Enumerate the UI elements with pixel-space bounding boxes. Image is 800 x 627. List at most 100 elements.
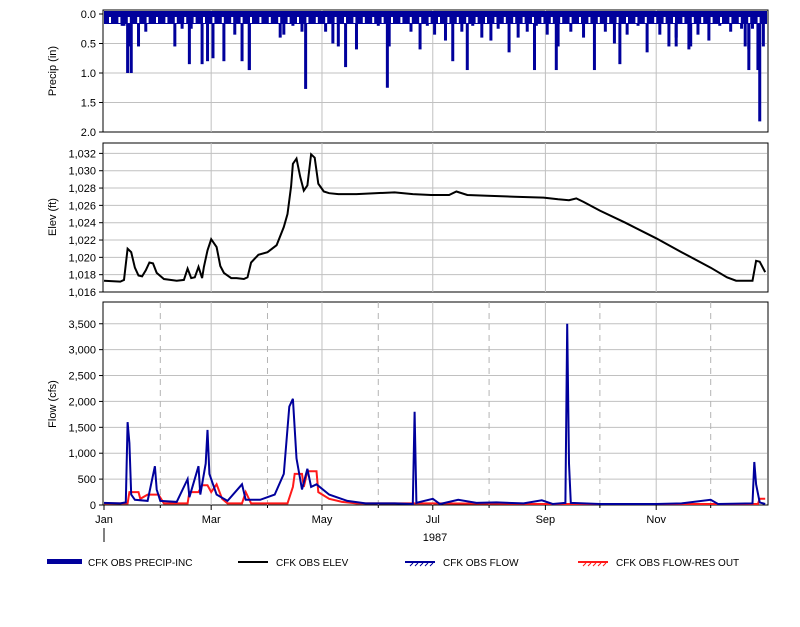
precip-band-gap — [409, 17, 412, 23]
precip-bar — [612, 11, 616, 44]
legend: CFK OBS PRECIP-INC CFK OBS ELEV CFK OBS … — [47, 558, 739, 569]
precip-bar — [743, 11, 747, 47]
precip-band-gap — [447, 17, 450, 23]
precip-bar — [592, 11, 596, 71]
precip-bar — [418, 11, 422, 50]
elev-y-ticks: 1,016 1,018 1,020 1,022 1,024 1,026 1,028 1,030… — [68, 148, 103, 299]
precip-bar — [173, 11, 177, 47]
precip-band-gap — [503, 17, 506, 23]
precip-band-gap — [193, 17, 196, 23]
elev-y-tick-label: 1,032 — [68, 148, 96, 160]
precip-band-gap — [673, 17, 675, 23]
flow-plot-area — [102, 301, 769, 506]
elev-y-tick-label: 1,016 — [68, 287, 96, 299]
x-year-label: 1987 — [423, 532, 447, 544]
precip-bar — [433, 11, 437, 35]
precip-band-gap — [400, 17, 403, 23]
flow-y-tick-label: 500 — [78, 474, 96, 486]
precip-bar — [282, 11, 286, 35]
elev-panel: 1,016 1,018 1,020 1,022 1,024 1,026 1,028 1,030… — [47, 142, 769, 299]
flow-panel: 0 500 1,000 1,500 2,000 2,500 3,000 3,500 Flow … — [47, 301, 769, 512]
flow-y-label: Flow (cfs) — [47, 380, 59, 428]
elev-y-tick-label: 1,022 — [68, 235, 96, 247]
precip-bar — [336, 11, 340, 47]
legend-label-flow: CFK OBS FLOW — [443, 558, 519, 569]
precip-band-gap — [541, 17, 544, 23]
precip-band-gap — [682, 17, 685, 23]
precip-band-gap — [268, 17, 271, 23]
precip-band-gap — [550, 17, 553, 23]
precip-bar — [667, 11, 671, 47]
precip-bar — [443, 11, 447, 41]
x-tick-labels: Jan Mar May Jul Sep Nov — [95, 505, 712, 526]
precip-band-gap — [579, 17, 581, 23]
precip-bar — [471, 11, 475, 26]
precip-band-gap — [297, 17, 299, 23]
legend-item-precip: CFK OBS PRECIP-INC — [47, 558, 192, 569]
precip-bar — [233, 11, 237, 35]
precip-bar — [750, 11, 754, 29]
precip-band-gap — [156, 17, 158, 23]
elev-y-tick-label: 1,026 — [68, 200, 96, 212]
legend-label-precip: CFK OBS PRECIP-INC — [88, 558, 192, 569]
precip-band-gap — [691, 17, 694, 23]
precip-y-tick-label: 1.0 — [81, 68, 96, 80]
precip-band-gap — [118, 17, 121, 23]
precip-bar — [689, 11, 693, 47]
precip-band-gap — [165, 17, 168, 23]
precip-bar — [187, 11, 191, 65]
precip-bar — [516, 11, 520, 38]
precip-bar — [149, 11, 153, 20]
precip-bar — [137, 11, 141, 47]
precip-band-gap — [569, 17, 572, 23]
precip-band-gap — [522, 17, 525, 23]
precip-y-tick-label: 0.0 — [81, 9, 96, 21]
precip-bar — [425, 11, 429, 26]
elev-y-tick-label: 1,024 — [68, 218, 96, 230]
precip-bar — [313, 11, 317, 20]
flow-y-tick-label: 3,500 — [68, 319, 96, 331]
precip-band-gap — [174, 17, 177, 23]
precip-band-gap — [240, 17, 243, 23]
precip-band-gap — [757, 17, 760, 23]
elev-y-tick-label: 1,030 — [68, 166, 96, 178]
x-tick-label: Jan — [95, 514, 113, 526]
precip-band-gap — [532, 17, 534, 23]
x-tick-label: Nov — [646, 514, 666, 526]
precip-bar — [127, 11, 131, 47]
legend-swatch-precip — [47, 559, 82, 564]
precip-band-gap — [475, 17, 478, 23]
precip-bar — [582, 11, 586, 38]
precip-band-gap — [710, 17, 713, 23]
flow-y-ticks: 0 500 1,000 1,500 2,000 2,500 3,000 3,500 — [68, 319, 103, 512]
flow-y-tick-label: 2,500 — [68, 371, 96, 383]
flow-y-tick-label: 1,500 — [68, 422, 96, 434]
precip-band-gap — [109, 17, 111, 23]
elev-y-tick-label: 1,020 — [68, 252, 96, 264]
precip-bar — [354, 11, 358, 50]
precip-bar — [603, 11, 607, 32]
precip-band-gap — [287, 17, 290, 23]
precip-band-gap — [456, 17, 459, 23]
legend-label-elev: CFK OBS ELEV — [276, 558, 349, 569]
flow-y-tick-label: 3,000 — [68, 345, 96, 357]
precip-y-ticks: 0.0 0.5 1.0 1.5 2.0 — [81, 9, 103, 139]
elev-y-tick-label: 1,028 — [68, 183, 96, 195]
elev-y-label: Elev (ft) — [47, 198, 59, 236]
precip-bar — [696, 11, 700, 35]
precip-bar — [707, 11, 711, 41]
x-axis: Jan Mar May Jul Sep Nov 1987 — [95, 505, 712, 544]
precip-bar — [496, 11, 500, 29]
precip-band-gap — [381, 17, 384, 23]
precip-band-gap — [729, 17, 732, 23]
precip-bar — [507, 11, 511, 53]
legend-hatch-flow — [409, 562, 434, 567]
precip-bar — [331, 11, 335, 44]
precip-band-gap — [250, 17, 252, 23]
precip-band-gap — [306, 17, 309, 23]
flow-y-tick-label: 0 — [90, 500, 96, 512]
precip-band-gap — [607, 17, 610, 23]
x-tick-label: Mar — [202, 514, 221, 526]
precip-band-gap — [353, 17, 356, 23]
hydrograph-chart: 0.00.51.01.52.0 Precip (in) 1,0161,0181,… — [47, 9, 769, 569]
